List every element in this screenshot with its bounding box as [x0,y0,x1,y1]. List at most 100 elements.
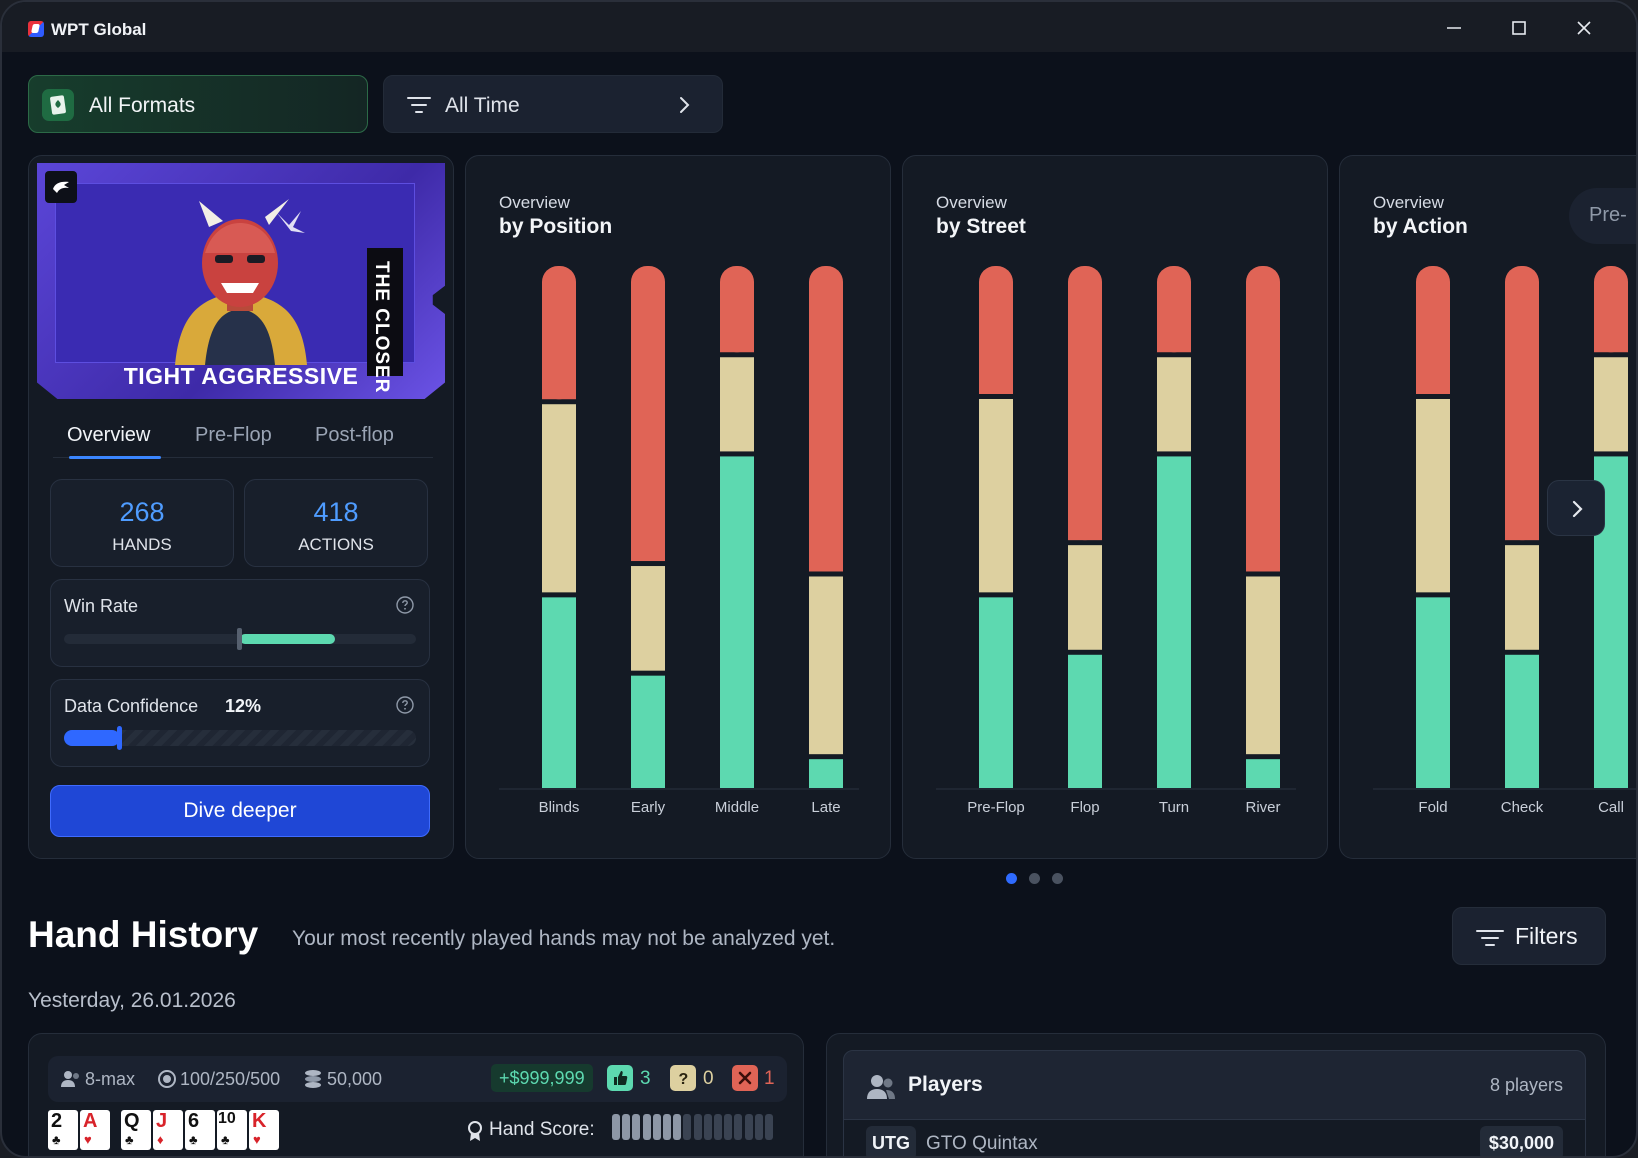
bar-segment-yellow [1594,357,1628,452]
bar-segment-red [1594,284,1628,353]
wpt-logo-icon [28,21,44,37]
mistake-icon [732,1065,758,1091]
format-label: All Formats [89,94,196,117]
chart-card-position: Overview by Position Blinds Early Middle La… [465,155,891,859]
chart-title: by Position [499,215,613,238]
players-title: Players [908,1073,983,1096]
carousel-next-button[interactable] [1547,480,1605,536]
card-rank: J [156,1110,168,1132]
tab-post-flop[interactable]: Post-flop [315,424,394,447]
bar-segment-green [1157,456,1191,788]
chart-title: by Action [1373,215,1468,238]
minimize-icon[interactable] [1442,16,1466,40]
date-heading: Yesterday, 26.01.2026 [28,989,236,1012]
help-icon[interactable] [395,595,415,615]
pager-dot[interactable] [1006,873,1017,884]
chevron-right-icon [1572,500,1583,518]
player-style-title: TIGHT AGGRESSIVE [123,363,359,389]
bar-segment-red [979,284,1013,394]
time-range-label: All Time [445,94,520,117]
data-confidence-value: 12% [225,696,262,716]
filter-lines-icon [407,97,431,113]
playing-card: Q ♣ [121,1110,151,1150]
tab-overview[interactable]: Overview [67,424,150,447]
app-title: WPT Global [51,20,147,39]
card-suit: ♣ [221,1132,230,1147]
tab-pre-flop[interactable]: Pre-Flop [195,424,272,447]
help-icon[interactable] [395,695,415,715]
x-tick-label: Call [1598,799,1624,816]
thumbs-up-icon [607,1065,633,1091]
table-size: 8-max [85,1069,136,1089]
actions-label: ACTIONS [298,535,374,554]
good-decisions-count: 3 [640,1068,651,1089]
chart-card-street: Overview by Street Pre-Flop Flop Turn River [902,155,1328,859]
playing-card: A ♥ [80,1110,110,1150]
x-tick-label: Blinds [538,799,580,816]
hand-score-label: Hand Score: [489,1119,595,1140]
filters-button[interactable]: Filters [1452,907,1606,965]
bar-segment-red [542,284,576,400]
question-icon: ? [670,1065,696,1091]
dive-deeper-label: Dive deeper [183,799,297,822]
win-rate-panel: Win Rate [50,579,430,667]
bar-segment-yellow [809,576,843,755]
card-suit: ♥ [84,1132,92,1147]
maximize-icon[interactable] [1507,16,1531,40]
pager-dot[interactable] [1052,873,1063,884]
win-rate-zero-marker [237,628,242,650]
format-selector[interactable]: All Formats [28,75,368,133]
players-icon [867,1075,895,1099]
data-confidence-label: Data Confidence [64,696,199,716]
pager-dot[interactable] [1029,873,1040,884]
title-bar: WPT Global [2,2,1636,52]
score-segment [703,1114,712,1140]
chart-overline: Overview [936,193,1007,212]
bar-segment-red [809,284,843,572]
bar-segment-red [720,284,754,353]
card-rank: 2 [51,1110,63,1132]
card-rank: Q [124,1110,140,1132]
chart-overline: Overview [499,193,570,212]
score-segment [765,1114,773,1140]
bar-segment-red [1246,284,1280,572]
player-row[interactable]: UTG GTO Quintax $30,000 [843,1120,1586,1156]
player-character-image [175,199,307,365]
score-segment [652,1114,661,1140]
actions-stat: 418 ACTIONS [244,479,428,567]
dive-deeper-button[interactable]: Dive deeper [50,785,430,837]
score-segment [622,1114,631,1140]
x-tick-label: Late [811,799,841,816]
close-icon[interactable] [1572,16,1596,40]
bar-segment-green [1505,654,1539,788]
street-filter-pill[interactable]: Pre- [1569,188,1636,244]
chip-icon [158,1070,176,1088]
street-filter-label: Pre- [1589,204,1627,226]
time-range-selector[interactable]: All Time [383,75,723,133]
stack-icon [305,1070,321,1088]
filters-label: Filters [1515,923,1578,949]
playing-card: 10 ♣ [217,1110,247,1150]
bar-segment-green [1416,597,1450,788]
player-stack: $30,000 [1479,1126,1563,1156]
hand-history-subtitle: Your most recently played hands may not … [292,927,836,950]
x-tick-label: Turn [1158,799,1190,816]
players-icon [61,1071,79,1087]
card-suit: ♥ [253,1132,261,1147]
bar-segment-yellow [720,357,754,452]
score-segment [663,1114,671,1140]
player-name: GTO Quintax [926,1133,1038,1154]
playing-card: K ♥ [249,1110,279,1150]
x-tick-label: Pre-Flop [967,799,1025,816]
card-rank: 10 [218,1110,236,1127]
bar-segment-red [1416,284,1450,394]
stack-value: 50,000 [327,1069,383,1089]
hand-profit: +$999,999 [491,1064,593,1092]
card-suit: ♣ [125,1132,134,1147]
card-suit: ♣ [189,1132,198,1147]
hand-card[interactable]: 8-max 100/250/500 50,000 +$999,999 3 ? 0… [28,1033,804,1156]
players-card: Players 8 players UTG GTO Quintax $30,00… [826,1033,1606,1156]
score-segment [683,1114,692,1140]
data-confidence-panel: Data Confidence 12% [50,679,430,767]
bar-segment-green [631,675,665,788]
